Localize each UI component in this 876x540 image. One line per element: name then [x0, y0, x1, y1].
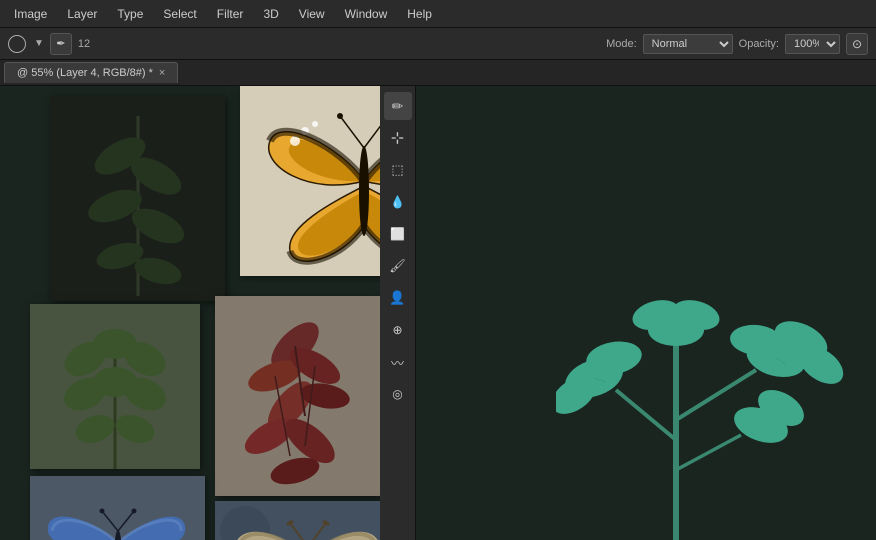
- spot-tool-btn[interactable]: ⊕: [384, 316, 412, 344]
- leaves-midleft-card: [30, 304, 200, 469]
- dodge-tool-btn[interactable]: ◎: [384, 380, 412, 408]
- menu-filter[interactable]: Filter: [207, 3, 254, 25]
- butterfly-card: [240, 86, 380, 276]
- menu-select[interactable]: Select: [153, 3, 206, 25]
- brush-size-display: 12: [78, 38, 90, 50]
- brush-dropdown-arrow[interactable]: ▼: [34, 38, 44, 49]
- clone-tool-icon: 👤: [389, 290, 405, 306]
- menu-type[interactable]: Type: [107, 3, 153, 25]
- menu-image[interactable]: Image: [4, 3, 57, 25]
- smudge-tool-btn[interactable]: 〰: [384, 348, 412, 376]
- moth-card: [215, 501, 380, 540]
- pressure-icon: ⊙: [852, 37, 862, 51]
- mode-label: Mode:: [606, 38, 637, 50]
- options-bar: ▼ ✒ 12 Mode: Normal Dissolve Multiply Sc…: [0, 28, 876, 60]
- eraser-tool-btn[interactable]: ⬜: [384, 220, 412, 248]
- menu-window[interactable]: Window: [335, 3, 398, 25]
- canvas-area[interactable]: [0, 86, 380, 540]
- brush-tool-btn[interactable]: ✏: [384, 92, 412, 120]
- menu-bar: Image Layer Type Select Filter 3D View W…: [0, 0, 876, 28]
- dodge-tool-icon: ◎: [392, 387, 402, 401]
- opacity-label: Opacity:: [739, 38, 779, 50]
- blue-butterfly-card: [30, 476, 205, 540]
- menu-3d[interactable]: 3D: [253, 3, 288, 25]
- pressure-icon-btn[interactable]: ⊙: [846, 33, 868, 55]
- brush-tool-icon: ✏: [392, 98, 404, 115]
- smudge-tool-icon: 〰: [391, 353, 404, 372]
- toolbar: ✏ ⊹ ⬚ 💧 ⬜ 🖌 👤 ⊕ 〰 ◎: [380, 86, 416, 540]
- marquee-tool-icon: ⬚: [391, 162, 403, 178]
- leaves-topleft-card: [50, 96, 225, 301]
- menu-layer[interactable]: Layer: [57, 3, 107, 25]
- tab-label: @ 55% (Layer 4, RGB/8#) *: [17, 67, 153, 79]
- eyedropper-tool-icon: 💧: [390, 195, 405, 209]
- eraser-tool-icon: ⬜: [390, 227, 405, 241]
- brush-mode-toggle[interactable]: ✒: [50, 33, 72, 55]
- menu-help[interactable]: Help: [397, 3, 442, 25]
- tab-close-btn[interactable]: ×: [159, 67, 165, 79]
- brush-tip-preview: [8, 35, 26, 53]
- red-leaves-card: [215, 296, 380, 496]
- brush-mode-icon: ✒: [56, 37, 65, 50]
- opacity-select[interactable]: 100% 75% 50% 25%: [785, 34, 840, 54]
- spot-tool-icon: ⊕: [392, 323, 402, 337]
- crop-tool-btn[interactable]: ⊹: [384, 124, 412, 152]
- tab-bar: @ 55% (Layer 4, RGB/8#) * ×: [0, 60, 876, 86]
- paint-tool-icon: 🖌: [389, 258, 406, 274]
- paint-tool-btn[interactable]: 🖌: [384, 252, 412, 280]
- blend-mode-select[interactable]: Normal Dissolve Multiply Screen Overlay: [643, 34, 733, 54]
- marquee-tool-btn[interactable]: ⬚: [384, 156, 412, 184]
- clone-tool-btn[interactable]: 👤: [384, 284, 412, 312]
- plant-illustration-area: [416, 86, 876, 540]
- crop-tool-icon: ⊹: [391, 128, 404, 148]
- eyedropper-tool-btn[interactable]: 💧: [384, 188, 412, 216]
- canvas-tab[interactable]: @ 55% (Layer 4, RGB/8#) * ×: [4, 62, 178, 83]
- plant-svg: [556, 240, 876, 540]
- menu-view[interactable]: View: [289, 3, 335, 25]
